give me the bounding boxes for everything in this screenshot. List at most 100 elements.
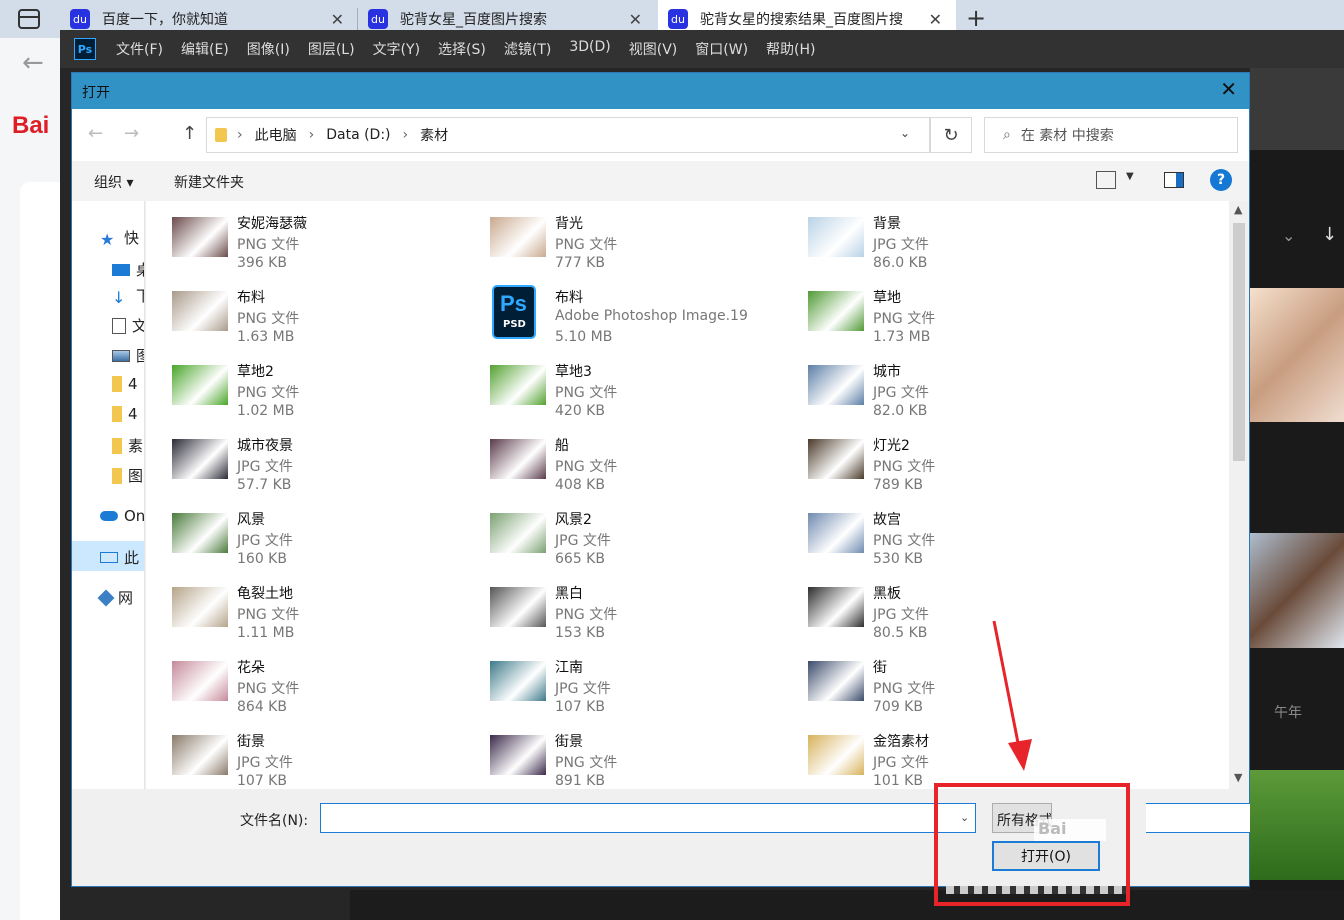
file-name: 布料 (555, 290, 583, 306)
file-size: 396 KB (237, 255, 287, 271)
download-arrow-icon[interactable]: ↓ (1322, 224, 1337, 245)
menu-3d[interactable]: 3D(D) (569, 39, 610, 59)
scroll-up-icon[interactable]: ▲ (1234, 203, 1242, 216)
menu-image[interactable]: 图像(I) (247, 39, 290, 59)
menu-view[interactable]: 视图(V) (629, 39, 678, 59)
file-type: PNG 文件 (873, 681, 936, 697)
file-item[interactable]: 金箔素材 JPG 文件 101 KB (782, 719, 1092, 789)
chevron-down-icon[interactable]: ⌄ (900, 126, 910, 140)
file-item[interactable]: 草地2 PNG 文件 1.02 MB (146, 349, 456, 419)
nav-item-documents[interactable]: 文 (112, 315, 144, 336)
file-size: 665 KB (555, 551, 605, 567)
file-size: 107 KB (555, 699, 605, 715)
file-item[interactable]: 龟裂土地 PNG 文件 1.11 MB (146, 571, 456, 641)
file-item[interactable]: 船 PNG 文件 408 KB (464, 423, 774, 493)
recent-file-thumbnail[interactable] (1248, 533, 1344, 648)
recent-file-thumbnail[interactable] (1248, 770, 1344, 880)
organize-button[interactable]: 组织 ▾ (94, 172, 133, 192)
menu-help[interactable]: 帮助(H) (766, 39, 815, 59)
view-options-icon[interactable] (1096, 171, 1116, 189)
file-item[interactable]: 花朵 PNG 文件 864 KB (146, 645, 456, 715)
baidu-logo: Bai (12, 112, 50, 139)
back-arrow-icon[interactable]: ← (22, 48, 44, 78)
annotation-arrow-icon (992, 620, 1032, 771)
forward-arrow-icon[interactable]: → (124, 123, 139, 144)
file-item[interactable]: 安妮海瑟薇 PNG 文件 396 KB (146, 201, 456, 271)
tab-close-icon[interactable]: ✕ (629, 10, 642, 29)
file-type-select-extension (1146, 803, 1250, 833)
breadcrumb-drive[interactable]: Data (D:) (326, 127, 390, 143)
address-bar[interactable]: › 此电脑 › Data (D:) › 素材 (206, 117, 930, 153)
new-folder-button[interactable]: 新建文件夹 (174, 172, 244, 192)
sidebar-toggle-icon[interactable] (18, 9, 40, 29)
file-item[interactable]: 故宫 PNG 文件 530 KB (782, 497, 1092, 567)
recent-file-thumbnail[interactable] (1248, 288, 1344, 422)
nav-item-this-pc[interactable]: 此 (100, 547, 139, 568)
scroll-down-icon[interactable]: ▼ (1234, 771, 1242, 784)
baidu-paw-icon: du (70, 9, 90, 29)
menu-filter[interactable]: 滤镜(T) (504, 39, 551, 59)
file-name: 龟裂土地 (237, 586, 293, 602)
nav-item-network[interactable]: 网 (97, 587, 133, 608)
image-thumbnail (172, 587, 228, 627)
file-item[interactable]: 黑白 PNG 文件 153 KB (464, 571, 774, 641)
file-type: PNG 文件 (237, 311, 300, 327)
refresh-icon[interactable]: ↻ (930, 117, 972, 153)
new-tab-icon[interactable]: + (966, 4, 986, 32)
file-item[interactable]: 风景 JPG 文件 160 KB (146, 497, 456, 567)
menu-window[interactable]: 窗口(W) (695, 39, 748, 59)
breadcrumb-folder[interactable]: 素材 (420, 125, 448, 145)
scrollbar-thumb[interactable] (1233, 223, 1245, 461)
nav-item-onedrive[interactable]: On (100, 507, 144, 525)
nav-item-folder[interactable]: 4 (112, 375, 138, 393)
file-item[interactable]: 街景 PNG 文件 891 KB (464, 719, 774, 789)
close-icon[interactable]: ✕ (1220, 77, 1237, 101)
search-input[interactable]: ⌕ 在 素材 中搜索 (984, 117, 1238, 153)
breadcrumb-pc[interactable]: 此电脑 (255, 125, 297, 145)
file-item[interactable]: 街 PNG 文件 709 KB (782, 645, 1092, 715)
tab-title: 驼背女星_百度图片搜索 (400, 12, 547, 28)
caret-down-icon[interactable]: ▼ (1126, 171, 1134, 182)
file-item[interactable]: Ps PSD 布料 Adobe Photoshop Image.19 5.10 MB (464, 275, 774, 345)
up-arrow-icon[interactable]: ↑ (182, 123, 197, 144)
nav-item-desktop[interactable]: 桌 (112, 259, 144, 280)
menu-select[interactable]: 选择(S) (438, 39, 486, 59)
file-name: 草地3 (555, 364, 592, 380)
file-item[interactable]: 草地 PNG 文件 1.73 MB (782, 275, 1092, 345)
file-item[interactable]: 灯光2 PNG 文件 789 KB (782, 423, 1092, 493)
file-item[interactable]: 风景2 JPG 文件 665 KB (464, 497, 774, 567)
chevron-down-icon[interactable]: ⌄ (1282, 226, 1295, 245)
file-item[interactable]: 背景 JPG 文件 86.0 KB (782, 201, 1092, 271)
nav-item-folder[interactable]: 4 (112, 405, 138, 423)
file-item[interactable]: 草地3 PNG 文件 420 KB (464, 349, 774, 419)
file-item[interactable]: 街景 JPG 文件 107 KB (146, 719, 456, 789)
file-name: 背景 (873, 216, 901, 232)
menu-file[interactable]: 文件(F) (116, 39, 163, 59)
file-type: PNG 文件 (873, 533, 936, 549)
back-arrow-icon[interactable]: ← (88, 123, 103, 144)
menu-edit[interactable]: 编辑(E) (181, 39, 229, 59)
file-item[interactable]: 江南 JPG 文件 107 KB (464, 645, 774, 715)
file-item[interactable]: 布料 PNG 文件 1.63 MB (146, 275, 456, 345)
folder-icon (112, 467, 122, 484)
filename-input[interactable] (320, 803, 976, 833)
nav-item-pictures[interactable]: 图 (112, 345, 144, 366)
nav-item-downloads[interactable]: ↓下 (112, 285, 144, 307)
file-item[interactable]: 城市 JPG 文件 82.0 KB (782, 349, 1092, 419)
tab-close-icon[interactable]: ✕ (929, 10, 942, 29)
nav-item-quick-access[interactable]: ★ 快 (100, 227, 139, 249)
vertical-scrollbar[interactable]: ▲ ▼ (1229, 201, 1249, 789)
preview-pane-icon[interactable] (1164, 172, 1184, 188)
file-size: 86.0 KB (873, 255, 928, 271)
menu-layer[interactable]: 图层(L) (308, 39, 355, 59)
image-thumbnail (490, 661, 546, 701)
tab-close-icon[interactable]: ✕ (331, 10, 344, 29)
nav-item-folder[interactable]: 素 (112, 435, 143, 456)
file-item[interactable]: 背光 PNG 文件 777 KB (464, 201, 774, 271)
file-item[interactable]: 黑板 JPG 文件 80.5 KB (782, 571, 1092, 641)
nav-item-folder[interactable]: 图 (112, 465, 143, 486)
image-thumbnail (172, 365, 228, 405)
file-item[interactable]: 城市夜景 JPG 文件 57.7 KB (146, 423, 456, 493)
help-icon[interactable]: ? (1210, 169, 1232, 191)
menu-type[interactable]: 文字(Y) (373, 39, 420, 59)
